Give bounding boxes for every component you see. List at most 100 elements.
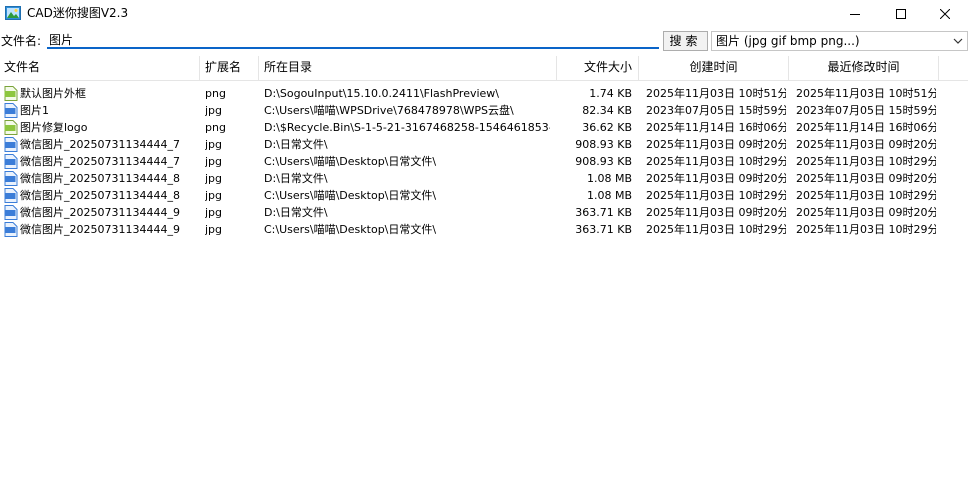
cell-filename: 默认图片外框 (20, 87, 86, 100)
table-row[interactable]: 微信图片_20250731134444_7 jpg D:\日常文件\ 908.93 K… (0, 136, 968, 153)
maximize-button[interactable] (878, 0, 924, 28)
column-divider[interactable] (938, 56, 939, 80)
cell-modified: 2025年11月03日 10时29分 (796, 223, 936, 236)
cell-directory: D:\日常文件\ (264, 206, 328, 219)
title-bar: CAD迷你搜图V2.3 (0, 0, 968, 28)
table-row[interactable]: 微信图片_20250731134444_8 jpg D:\日常文件\ 1.08 MB 2… (0, 170, 968, 187)
results-table: 文件名 扩展名 所在目录 文件大小 创建时间 最近修改时间 默认图片外框 png D… (0, 56, 968, 238)
cell-filename: 图片修复logo (20, 121, 88, 134)
cell-extension: png (205, 87, 226, 100)
cell-created: 2025年11月03日 10时29分 (646, 155, 786, 168)
cell-extension: jpg (205, 189, 223, 202)
cell-directory: C:\Users\喵喵\Desktop\日常文件\ (264, 155, 437, 168)
cell-created: 2025年11月03日 09时20分 (646, 206, 786, 219)
cell-directory: D:\日常文件\ (264, 172, 328, 185)
cell-extension: jpg (205, 104, 223, 117)
cell-created: 2025年11月03日 09时20分 (646, 172, 786, 185)
minimize-button[interactable] (832, 0, 878, 28)
filename-search-input[interactable] (47, 31, 659, 49)
cell-directory: D:\日常文件\ (264, 138, 328, 151)
header-filesize[interactable]: 文件大小 (560, 56, 632, 80)
close-icon (940, 9, 950, 19)
close-button[interactable] (922, 0, 968, 28)
cell-modified: 2025年11月03日 10时29分 (796, 189, 936, 202)
jpg-file-icon (4, 222, 18, 237)
table-header: 文件名 扩展名 所在目录 文件大小 创建时间 最近修改时间 (0, 56, 968, 81)
cell-directory: C:\Users\喵喵\Desktop\日常文件\ (264, 189, 437, 202)
file-type-selected: 图片 (jpg gif bmp png...) (716, 34, 860, 48)
cell-filesize: 908.93 KB (575, 155, 632, 168)
jpg-file-icon (4, 103, 18, 118)
table-row[interactable]: 微信图片_20250731134444_9 jpg C:\Users\喵喵\Desk… (0, 221, 968, 238)
cell-modified: 2023年07月05日 15时59分 (796, 104, 936, 117)
filename-label: 文件名: (1, 34, 42, 48)
cell-modified: 2025年11月03日 10时51分 (796, 87, 936, 100)
cell-filesize: 1.74 KB (589, 87, 632, 100)
maximize-icon (896, 9, 906, 19)
jpg-file-icon (4, 137, 18, 152)
search-button[interactable]: 搜索 (663, 31, 708, 51)
cell-modified: 2025年11月03日 09时20分 (796, 138, 936, 151)
header-directory[interactable]: 所在目录 (264, 56, 312, 80)
png-file-icon (4, 86, 18, 101)
column-divider[interactable] (199, 56, 200, 80)
cell-modified: 2025年11月03日 09时20分 (796, 206, 936, 219)
column-divider[interactable] (556, 56, 557, 80)
minimize-icon (850, 14, 860, 15)
search-toolbar: 文件名: 搜索 图片 (jpg gif bmp png...) (0, 30, 968, 52)
png-file-icon (4, 120, 18, 135)
cell-extension: jpg (205, 223, 223, 236)
table-row[interactable]: 微信图片_20250731134444_7 jpg C:\Users\喵喵\Desk… (0, 153, 968, 170)
cell-modified: 2025年11月14日 16时06分 (796, 121, 936, 134)
table-body: 默认图片外框 png D:\SogouInput\15.10.0.2411\Flas… (0, 85, 968, 238)
table-row[interactable]: 微信图片_20250731134444_9 jpg D:\日常文件\ 363.71 K… (0, 204, 968, 221)
app-picture-icon (5, 6, 21, 20)
cell-filename: 微信图片_20250731134444_7 (20, 138, 180, 151)
cell-created: 2025年11月03日 10时29分 (646, 189, 786, 202)
jpg-file-icon (4, 171, 18, 186)
cell-directory: C:\Users\喵喵\WPSDrive\768478978\WPS云盘\ (264, 104, 514, 117)
cell-created: 2025年11月03日 10时51分 (646, 87, 786, 100)
cell-created: 2025年11月03日 09时20分 (646, 138, 786, 151)
header-filename[interactable]: 文件名 (4, 56, 40, 80)
table-row[interactable]: 微信图片_20250731134444_8 jpg C:\Users\喵喵\Desk… (0, 187, 968, 204)
cell-filesize: 363.71 KB (575, 206, 632, 219)
cell-extension: jpg (205, 172, 223, 185)
cell-modified: 2025年11月03日 09时20分 (796, 172, 936, 185)
cell-filename: 微信图片_20250731134444_9 (20, 206, 180, 219)
file-type-dropdown[interactable]: 图片 (jpg gif bmp png...) (711, 31, 968, 51)
header-extension[interactable]: 扩展名 (205, 56, 241, 80)
cell-extension: jpg (205, 206, 223, 219)
cell-directory: D:\SogouInput\15.10.0.2411\FlashPreview\ (264, 87, 500, 100)
cell-filesize: 1.08 MB (586, 189, 632, 202)
cell-created: 2023年07月05日 15时59分 (646, 104, 786, 117)
cell-extension: jpg (205, 155, 223, 168)
chevron-down-icon (953, 38, 963, 44)
cell-modified: 2025年11月03日 10时29分 (796, 155, 936, 168)
cell-extension: png (205, 121, 226, 134)
cell-extension: jpg (205, 138, 223, 151)
jpg-file-icon (4, 154, 18, 169)
header-modified[interactable]: 最近修改时间 (789, 56, 938, 80)
cell-filesize: 36.62 KB (582, 121, 632, 134)
table-row[interactable]: 默认图片外框 png D:\SogouInput\15.10.0.2411\Flas… (0, 85, 968, 102)
jpg-file-icon (4, 188, 18, 203)
cell-filename: 微信图片_20250731134444_7 (20, 155, 180, 168)
cell-filename: 微信图片_20250731134444_8 (20, 172, 180, 185)
header-created[interactable]: 创建时间 (639, 56, 788, 80)
cell-filename: 图片1 (20, 104, 49, 117)
cell-created: 2025年11月03日 10时29分 (646, 223, 786, 236)
column-divider[interactable] (258, 56, 259, 80)
table-row[interactable]: 图片修复logo png D:\$Recycle.Bin\S-1-5-21-3167… (0, 119, 968, 136)
cell-directory: C:\Users\喵喵\Desktop\日常文件\ (264, 223, 437, 236)
table-row[interactable]: 图片1 jpg C:\Users\喵喵\WPSDrive\768478978\WPS… (0, 102, 968, 119)
cell-directory: D:\$Recycle.Bin\S-1-5-21-3167468258-1546… (264, 121, 550, 134)
cell-filename: 微信图片_20250731134444_9 (20, 223, 180, 236)
cell-created: 2025年11月14日 16时06分 (646, 121, 786, 134)
window-title: CAD迷你搜图V2.3 (27, 6, 129, 20)
cell-filesize: 82.34 KB (582, 104, 632, 117)
cell-filesize: 1.08 MB (586, 172, 632, 185)
jpg-file-icon (4, 205, 18, 220)
cell-filesize: 908.93 KB (575, 138, 632, 151)
cell-filename: 微信图片_20250731134444_8 (20, 189, 180, 202)
